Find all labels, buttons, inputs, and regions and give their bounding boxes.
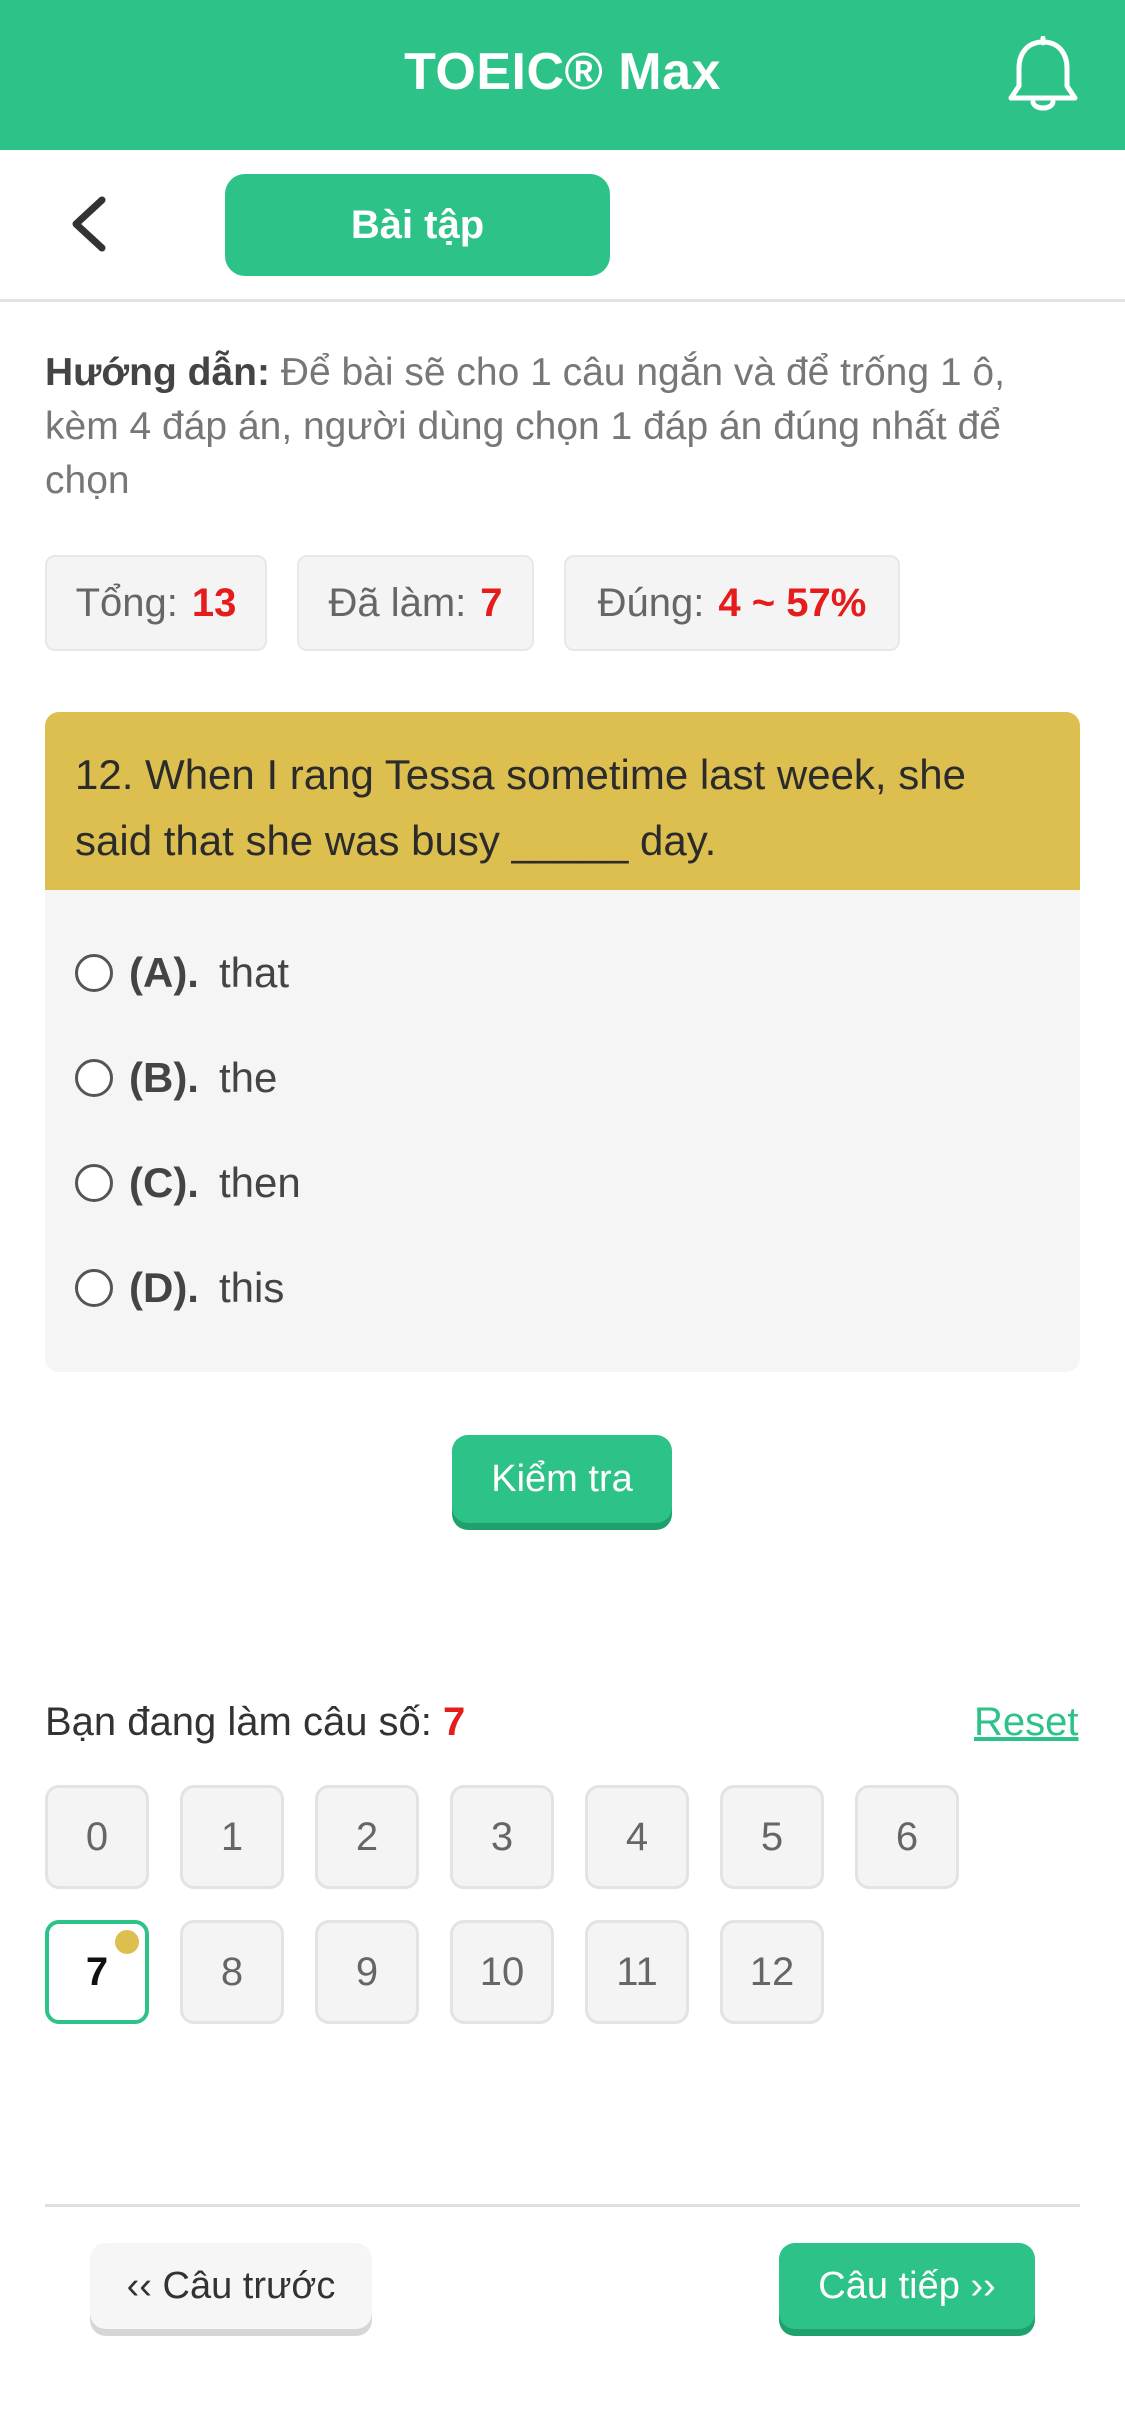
radio-button[interactable] xyxy=(75,1059,113,1097)
question-number-button[interactable]: 12 xyxy=(720,1920,824,2024)
question-number-button-active[interactable]: 7 xyxy=(45,1920,149,2024)
question-text: 12. When I rang Tessa sometime last week… xyxy=(45,712,1080,890)
stat-total: Tổng: 13 xyxy=(45,555,267,651)
question-number-button[interactable]: 2 xyxy=(315,1785,419,1889)
option-key: (A). xyxy=(129,949,199,996)
option-text: the xyxy=(218,1054,278,1101)
option-b[interactable]: (B). the xyxy=(75,1043,277,1113)
option-d[interactable]: (D). this xyxy=(75,1253,284,1323)
option-key: (C). xyxy=(129,1159,199,1206)
radio-button[interactable] xyxy=(75,1164,113,1202)
stat-correct-value: 4 ~ 57% xyxy=(718,580,867,625)
option-text: this xyxy=(218,1264,285,1311)
stat-total-label: Tổng: xyxy=(75,580,178,625)
app-title: TOEIC® Max xyxy=(404,43,721,101)
instruction-text: Hướng dẫn: Để bài sẽ cho 1 câu ngắn và đ… xyxy=(45,346,1085,508)
radio-button[interactable] xyxy=(75,954,113,992)
stat-done: Đã làm: 7 xyxy=(297,555,534,651)
previous-question-button[interactable]: ‹‹ Câu trước xyxy=(90,2243,372,2329)
question-number-button[interactable]: 0 xyxy=(45,1785,149,1889)
question-number-button[interactable]: 1 xyxy=(180,1785,284,1889)
reset-link[interactable]: Reset xyxy=(974,1700,1079,1745)
question-number-button[interactable]: 11 xyxy=(585,1920,689,2024)
question-number-button[interactable]: 3 xyxy=(450,1785,554,1889)
footer-divider xyxy=(45,2204,1080,2207)
current-question-number: 7 xyxy=(443,1700,466,1744)
check-button[interactable]: Kiểm tra xyxy=(452,1435,672,1523)
question-number-button[interactable]: 5 xyxy=(720,1785,824,1889)
question-number-button[interactable]: 10 xyxy=(450,1920,554,2024)
stat-correct-label: Đúng: xyxy=(597,580,705,625)
question-number-button[interactable]: 4 xyxy=(585,1785,689,1889)
option-key: (B). xyxy=(129,1054,199,1101)
current-question-label: Bạn đang làm câu số: xyxy=(45,1700,432,1744)
question-number-button[interactable]: 9 xyxy=(315,1920,419,2024)
question-card: 12. When I rang Tessa sometime last week… xyxy=(45,712,1080,1372)
option-text: that xyxy=(218,949,290,996)
question-number-label: 7 xyxy=(85,1949,109,1994)
bell-icon[interactable] xyxy=(1005,36,1081,116)
stat-done-value: 7 xyxy=(480,580,503,625)
tab-exercise[interactable]: Bài tập xyxy=(225,174,610,276)
instruction-label: Hướng dẫn: xyxy=(45,351,270,394)
option-key: (D). xyxy=(129,1264,199,1311)
question-number-button[interactable]: 8 xyxy=(180,1920,284,2024)
current-marker-dot xyxy=(115,1930,139,1954)
stat-correct: Đúng: 4 ~ 57% xyxy=(564,555,900,651)
next-question-button[interactable]: Câu tiếp ›› xyxy=(779,2243,1035,2329)
current-question-indicator: Bạn đang làm câu số: 7 xyxy=(45,1700,465,1745)
stat-total-value: 13 xyxy=(191,580,237,625)
radio-button[interactable] xyxy=(75,1269,113,1307)
stat-done-label: Đã làm: xyxy=(328,580,467,625)
option-c[interactable]: (C). then xyxy=(75,1148,301,1218)
question-number-button[interactable]: 6 xyxy=(855,1785,959,1889)
chevron-left-icon[interactable] xyxy=(64,194,114,254)
option-a[interactable]: (A). that xyxy=(75,938,289,1008)
option-text: then xyxy=(218,1159,301,1206)
